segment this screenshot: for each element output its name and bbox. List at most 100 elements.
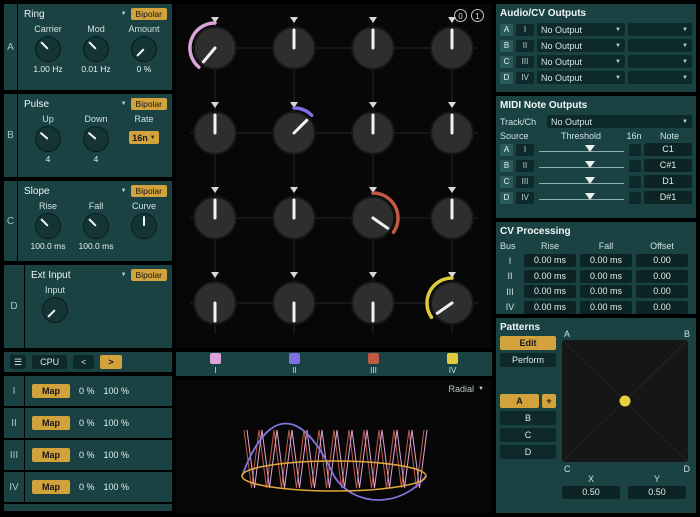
sync-toggle[interactable] <box>629 160 641 172</box>
sync-toggle[interactable] <box>629 144 641 156</box>
cpu-button[interactable]: CPU <box>32 355 67 369</box>
rise-value[interactable]: 0.00 ms <box>524 254 576 267</box>
track-select[interactable]: No Output▼ <box>547 115 692 128</box>
module-type-dropdown-icon[interactable]: ▼ <box>121 272 127 278</box>
down-knob[interactable] <box>83 126 109 152</box>
map-max-value[interactable]: 100 % <box>104 450 130 460</box>
slider-marker-icon[interactable] <box>585 193 595 200</box>
note-value[interactable]: D#1 <box>644 191 692 204</box>
source-letter-button[interactable]: C <box>500 176 513 188</box>
source-letter-button[interactable]: B <box>500 160 513 172</box>
threshold-slider[interactable] <box>537 192 626 204</box>
source-letter-button[interactable]: C <box>500 56 513 68</box>
sync-toggle[interactable] <box>629 176 641 188</box>
source-numeral-button[interactable]: II <box>516 40 534 52</box>
rise-value[interactable]: 0.00 ms <box>524 270 576 283</box>
note-value[interactable]: C#1 <box>644 159 692 172</box>
source-letter-button[interactable]: B <box>500 40 513 52</box>
fall-value[interactable]: 0.00 ms <box>580 301 632 314</box>
map-min-value[interactable]: 0 % <box>79 450 95 460</box>
map-max-value[interactable]: 100 % <box>104 386 130 396</box>
map-button[interactable]: Map <box>32 384 70 398</box>
rise-value[interactable]: 0.00 ms <box>524 301 576 314</box>
threshold-slider[interactable] <box>537 160 626 172</box>
map-button[interactable]: Map <box>32 416 70 430</box>
threshold-slider[interactable] <box>537 176 626 188</box>
source-letter-button[interactable]: D <box>500 72 513 84</box>
threshold-slider[interactable] <box>537 144 626 156</box>
edit-button[interactable]: Edit <box>500 336 556 350</box>
channel-select[interactable]: ▼ <box>628 71 692 84</box>
bipolar-toggle[interactable]: Bipolar <box>131 269 167 281</box>
next-page-button[interactable]: > <box>100 355 121 369</box>
matrix-knob-r4-c4[interactable] <box>427 272 473 324</box>
sync-toggle[interactable] <box>629 192 641 204</box>
map-min-value[interactable]: 0 % <box>79 482 95 492</box>
map-min-value[interactable]: 0 % <box>79 386 95 396</box>
fall-value[interactable]: 0.00 ms <box>580 254 632 267</box>
output-select[interactable]: No Output▼ <box>537 71 625 84</box>
matrix-knob-r1-c1[interactable] <box>190 17 236 69</box>
bipolar-toggle[interactable]: Bipolar <box>131 185 167 197</box>
channel-select[interactable]: ▼ <box>628 55 692 68</box>
offset-value[interactable]: 0.00 <box>636 301 688 314</box>
slider-marker-icon[interactable] <box>585 145 595 152</box>
mod-knob[interactable] <box>83 36 109 62</box>
module-type-dropdown-icon[interactable]: ▼ <box>121 101 127 107</box>
source-numeral-button[interactable]: I <box>516 144 534 156</box>
output-select[interactable]: No Output▼ <box>537 55 625 68</box>
perform-button[interactable]: Perform <box>500 353 556 367</box>
amount-value[interactable]: 0 % <box>137 64 152 74</box>
matrix-view-0-button[interactable]: 0 <box>454 9 467 22</box>
pattern-d-button[interactable]: D <box>500 445 556 459</box>
channel-select[interactable]: ▼ <box>628 23 692 36</box>
matrix-view-1-button[interactable]: 1 <box>471 9 484 22</box>
source-numeral-button[interactable]: I <box>516 24 534 36</box>
fall-value[interactable]: 0.00 ms <box>580 285 632 298</box>
pattern-b-button[interactable]: B <box>500 411 556 425</box>
source-numeral-button[interactable]: III <box>516 56 534 68</box>
xy-morph-pad[interactable] <box>562 340 688 462</box>
offset-value[interactable]: 0.00 <box>636 270 688 283</box>
module-type-dropdown-icon[interactable]: ▼ <box>121 188 127 194</box>
offset-value[interactable]: 0.00 <box>636 285 688 298</box>
morph-position-dot[interactable] <box>620 396 631 407</box>
x-value[interactable]: 0.50 <box>562 486 620 499</box>
slider-marker-icon[interactable] <box>585 161 595 168</box>
prev-page-button[interactable]: < <box>73 355 94 369</box>
map-max-value[interactable]: 100 % <box>104 418 130 428</box>
fall-value[interactable]: 100.0 ms <box>79 241 114 251</box>
y-value[interactable]: 0.50 <box>628 486 686 499</box>
matrix-knob-r3-c3[interactable] <box>352 187 398 239</box>
pattern-a-button[interactable]: A <box>500 394 539 408</box>
source-numeral-button[interactable]: IV <box>516 192 534 204</box>
rise-value[interactable]: 0.00 ms <box>524 285 576 298</box>
channel-select[interactable]: ▼ <box>628 39 692 52</box>
bipolar-toggle[interactable]: Bipolar <box>131 98 167 110</box>
carrier-value[interactable]: 1.00 Hz <box>33 64 62 74</box>
carrier-knob[interactable] <box>35 36 61 62</box>
up-value[interactable]: 4 <box>46 154 51 164</box>
amount-knob[interactable] <box>131 36 157 62</box>
source-numeral-button[interactable]: III <box>516 176 534 188</box>
fall-value[interactable]: 0.00 ms <box>580 270 632 283</box>
input-knob[interactable] <box>42 297 68 323</box>
fall-knob[interactable] <box>83 213 109 239</box>
rise-value[interactable]: 100.0 ms <box>31 241 66 251</box>
map-button[interactable]: Map <box>32 448 70 462</box>
slider-marker-icon[interactable] <box>585 177 595 184</box>
rate-dropdown[interactable]: 16n ▼ <box>129 131 159 144</box>
source-numeral-button[interactable]: IV <box>516 72 534 84</box>
map-min-value[interactable]: 0 % <box>79 418 95 428</box>
pattern-c-button[interactable]: C <box>500 428 556 442</box>
menu-icon[interactable]: ☰ <box>10 355 26 369</box>
source-letter-button[interactable]: D <box>500 192 513 204</box>
output-select[interactable]: No Output▼ <box>537 23 625 36</box>
offset-value[interactable]: 0.00 <box>636 254 688 267</box>
rise-knob[interactable] <box>35 213 61 239</box>
map-max-value[interactable]: 100 % <box>104 482 130 492</box>
mod-value[interactable]: 0.01 Hz <box>81 64 110 74</box>
down-value[interactable]: 4 <box>94 154 99 164</box>
note-value[interactable]: C1 <box>644 143 692 156</box>
bipolar-toggle[interactable]: Bipolar <box>131 8 167 20</box>
